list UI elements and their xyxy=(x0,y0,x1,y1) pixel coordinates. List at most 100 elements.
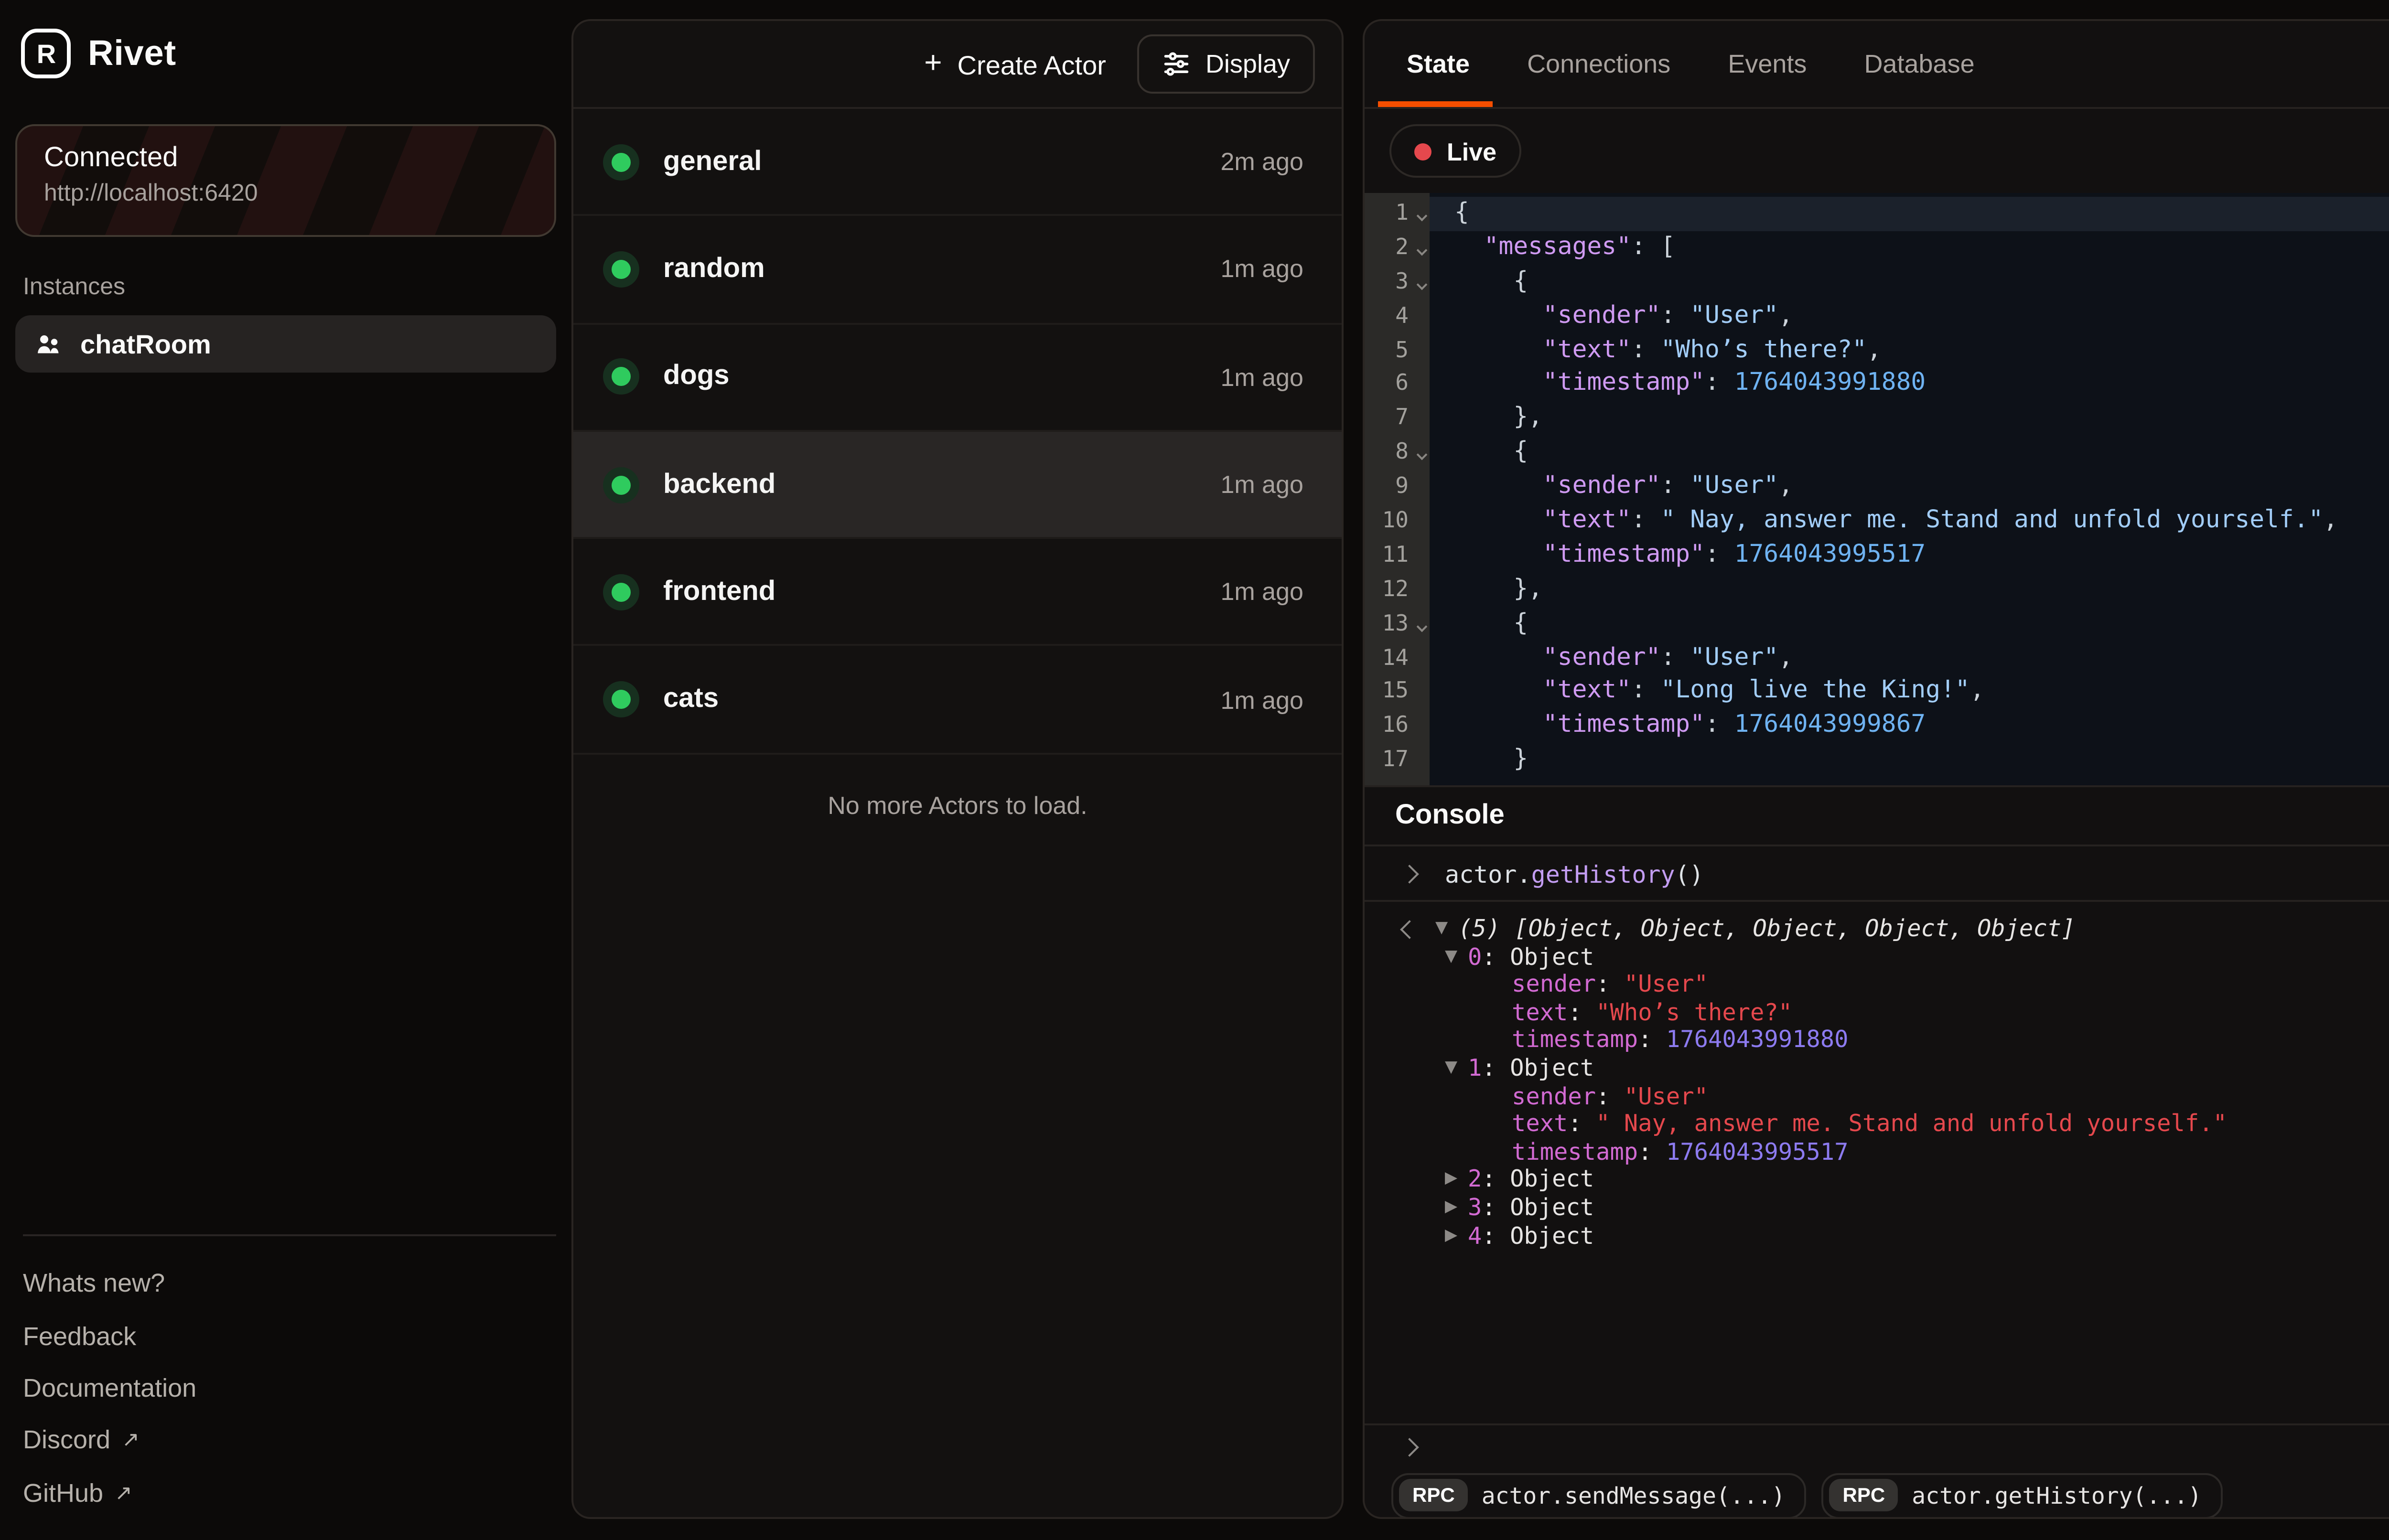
footer-link-label: Whats new? xyxy=(23,1269,165,1298)
triangle-closed-icon[interactable]: ▶ xyxy=(1445,1166,1468,1194)
fold-chevron-icon[interactable] xyxy=(1417,245,1428,256)
rpc-chips-row: RPC actor.sendMessage(...) RPCactor.getHis… xyxy=(1365,1469,2389,1519)
editor-code-line: "sender": "User", xyxy=(1430,299,2389,334)
command-suffix: () xyxy=(1675,859,1704,888)
console-header[interactable]: Console xyxy=(1365,785,2389,845)
actor-name: cats xyxy=(663,684,1221,715)
tab-database[interactable]: Database xyxy=(1864,21,1974,107)
editor-gutter: 1234567891011121314151617 xyxy=(1365,193,1430,785)
footer-link-whats-new-[interactable]: Whats new? xyxy=(23,1257,556,1310)
actor-row-random[interactable]: random1m ago xyxy=(573,216,1342,324)
response-chevron-icon xyxy=(1400,920,1419,939)
live-badge[interactable]: Live xyxy=(1389,124,1521,178)
actor-name: frontend xyxy=(663,577,1221,607)
status-dot-icon xyxy=(612,260,631,279)
editor-code-line: { xyxy=(1430,265,2389,299)
fold-chevron-icon[interactable] xyxy=(1417,450,1428,461)
rpc-chip-actor-sendmessage-[interactable]: RPC actor.sendMessage(...) xyxy=(1391,1472,1807,1518)
editor-code-line: } xyxy=(1430,744,2389,778)
prompt-chevron-icon xyxy=(1400,864,1419,883)
actor-last-seen: 1m ago xyxy=(1221,470,1304,499)
fold-chevron-icon[interactable] xyxy=(1417,620,1428,631)
state-toolbar: Live xyxy=(1365,109,2389,193)
triangle-open-icon[interactable]: ▼ xyxy=(1445,1055,1468,1082)
external-link-icon: ↗ xyxy=(115,1480,132,1505)
editor-code-line: "timestamp": 1764043999867 xyxy=(1430,709,2389,744)
footer-link-github[interactable]: GitHub ↗ xyxy=(23,1466,556,1519)
command-object: actor. xyxy=(1445,859,1531,888)
editor-code-line: "timestamp": 1764043991880 xyxy=(1430,368,2389,402)
console-command-row: actor.getHistory() xyxy=(1365,845,2389,902)
rpc-tag: RPC xyxy=(1829,1479,1899,1511)
footer-link-label: Documentation xyxy=(23,1374,196,1402)
editor-code-line: "text": " Nay, answer me. Stand and unfo… xyxy=(1430,504,2389,539)
actor-detail-panel: StateConnectionsEventsDatabase Running L… xyxy=(1363,19,2389,1519)
editor-line-number: 3 xyxy=(1365,265,1430,299)
sidebar-item-chatroom[interactable]: chatRoom xyxy=(15,315,556,373)
editor-line-number: 4 xyxy=(1365,299,1430,334)
fold-chevron-icon[interactable] xyxy=(1417,279,1428,290)
console-output-row: text: "Who’s there?" xyxy=(1403,999,2389,1027)
create-actor-button[interactable]: + Create Actor xyxy=(924,47,1106,81)
editor-line-number: 12 xyxy=(1365,573,1430,607)
actor-row-general[interactable]: general2m ago xyxy=(573,109,1342,216)
editor-code-line: "sender": "User", xyxy=(1430,641,2389,675)
tab-state[interactable]: State xyxy=(1407,21,1470,107)
state-json-editor[interactable]: 1234567891011121314151617 { "messages": … xyxy=(1365,193,2389,785)
actor-last-seen: 2m ago xyxy=(1221,148,1304,176)
editor-code: { "messages": [ { "sender": "User", "tex… xyxy=(1430,193,2389,785)
footer-link-feedback[interactable]: Feedback xyxy=(23,1310,556,1362)
editor-code-line: { xyxy=(1430,607,2389,642)
display-button[interactable]: Display xyxy=(1137,34,1315,94)
editor-code-line: }, xyxy=(1430,573,2389,607)
footer-link-documentation[interactable]: Documentation xyxy=(23,1362,556,1414)
editor-code-line: "text": "Who’s there?", xyxy=(1430,333,2389,368)
footer-link-label: GitHub xyxy=(23,1478,103,1507)
editor-line-number: 7 xyxy=(1365,402,1430,436)
footer-link-discord[interactable]: Discord↗ xyxy=(23,1414,556,1467)
editor-line-number: 11 xyxy=(1365,539,1430,573)
sidebar: R Rivet Connected http://localhost:6420 … xyxy=(0,0,571,1540)
tab-connections[interactable]: Connections xyxy=(1527,21,1670,107)
console-output-row: sender: "User" xyxy=(1403,971,2389,999)
console-output-row: ▼0: Object xyxy=(1403,943,2389,971)
console-output-row: timestamp: 1764043995517 xyxy=(1403,1138,2389,1166)
console-output: ▼(5) [Object, Object, Object, Object, Ob… xyxy=(1365,902,2389,1423)
actor-row-frontend[interactable]: frontend1m ago xyxy=(573,539,1342,647)
triangle-open-icon[interactable]: ▼ xyxy=(1445,943,1468,971)
console-input-row[interactable] xyxy=(1365,1423,2389,1469)
console-output-row: ▼1: Object xyxy=(1403,1055,2389,1082)
rpc-chip-actor-gethistory-[interactable]: RPCactor.getHistory(...) xyxy=(1822,1472,2223,1518)
footer-link-label: Feedback xyxy=(23,1321,136,1350)
actors-panel-header: + Create Actor Display xyxy=(573,21,1342,109)
status-dot-icon xyxy=(612,367,631,386)
fold-chevron-icon[interactable] xyxy=(1417,211,1428,222)
connection-status: Connected xyxy=(44,143,527,174)
actor-row-backend[interactable]: backend1m ago xyxy=(573,432,1342,539)
console-output-row: text: " Nay, answer me. Stand and unfold… xyxy=(1403,1111,2389,1138)
console-output-row: sender: "User" xyxy=(1403,1082,2389,1110)
footer-divider xyxy=(23,1234,556,1236)
editor-code-line: { xyxy=(1430,197,2389,231)
editor-code-line: "sender": "User", xyxy=(1430,471,2389,505)
status-dot-icon xyxy=(612,582,631,601)
users-icon xyxy=(34,330,63,358)
rivet-logo-text: Rivet xyxy=(88,32,176,75)
actor-name: dogs xyxy=(663,362,1221,392)
instances-label: Instances xyxy=(23,273,125,300)
rpc-method-label: actor.sendMessage(...) xyxy=(1482,1482,1786,1508)
triangle-open-icon[interactable]: ▼ xyxy=(1435,915,1458,943)
tab-events[interactable]: Events xyxy=(1728,21,1807,107)
triangle-closed-icon[interactable]: ▶ xyxy=(1445,1194,1468,1222)
rpc-tag: RPC xyxy=(1399,1479,1468,1511)
external-link-icon: ↗ xyxy=(122,1428,140,1453)
console-title: Console xyxy=(1395,801,2389,831)
actor-last-seen: 1m ago xyxy=(1221,255,1304,284)
editor-line-number: 10 xyxy=(1365,504,1430,539)
actor-row-dogs[interactable]: dogs1m ago xyxy=(573,324,1342,431)
rivet-logo[interactable]: R Rivet xyxy=(21,29,176,78)
connection-status-card[interactable]: Connected http://localhost:6420 xyxy=(15,124,556,237)
actor-row-cats[interactable]: cats1m ago xyxy=(573,647,1342,754)
plus-icon: + xyxy=(924,47,942,81)
triangle-closed-icon[interactable]: ▶ xyxy=(1445,1222,1468,1250)
